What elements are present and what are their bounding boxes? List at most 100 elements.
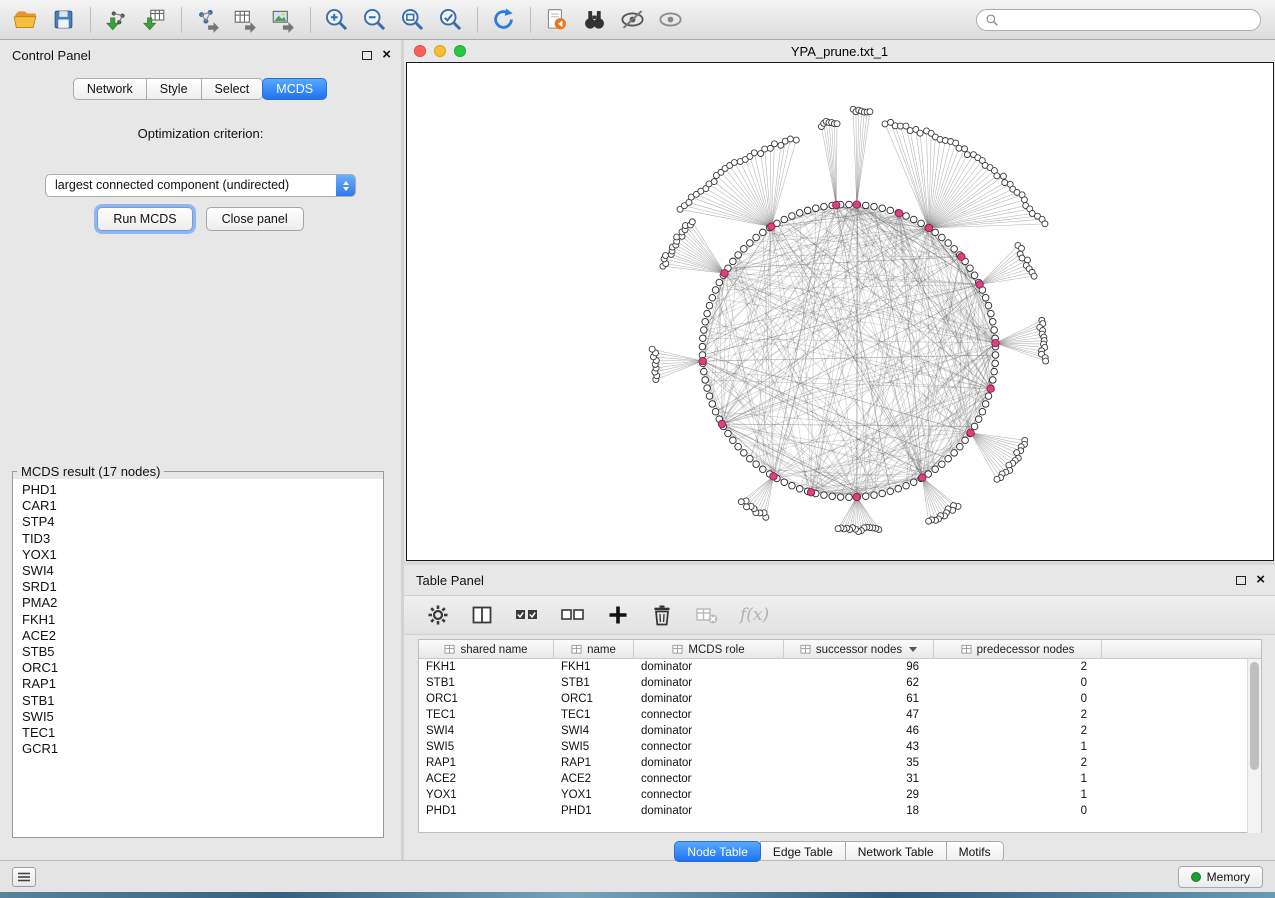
export-network-icon[interactable] [192, 5, 222, 35]
table-row[interactable]: RAP1RAP1dominator352 [419, 755, 1261, 771]
table-cell[interactable]: connector [634, 739, 784, 755]
table-cell[interactable] [1102, 739, 1261, 755]
table-row[interactable]: TEC1TEC1connector472 [419, 707, 1261, 723]
share-document-icon[interactable] [541, 5, 571, 35]
zoom-selected-icon[interactable] [435, 5, 465, 35]
mcds-result-item[interactable]: STB5 [22, 644, 383, 660]
table-cell[interactable]: 31 [784, 771, 934, 787]
column-header-name[interactable]: name [554, 640, 634, 659]
network-view-canvas[interactable] [406, 62, 1274, 561]
zoom-in-icon[interactable] [321, 5, 351, 35]
column-header-shared-name[interactable]: shared name [419, 640, 554, 659]
mcds-result-item[interactable]: TID3 [22, 531, 383, 547]
show-columns-icon[interactable] [470, 603, 494, 627]
table-cell[interactable]: 1 [934, 739, 1102, 755]
tab-network[interactable]: Network [73, 78, 147, 100]
delete-column-trash-icon[interactable] [650, 603, 674, 627]
show-details-eye-icon[interactable] [655, 5, 685, 35]
mcds-result-item[interactable]: GCR1 [22, 741, 383, 757]
network-graph[interactable] [407, 63, 1273, 560]
tab-mcds[interactable]: MCDS [262, 78, 327, 100]
tab-edge-table[interactable]: Edge Table [760, 841, 846, 862]
table-cell[interactable] [1102, 723, 1261, 739]
mcds-result-item[interactable]: SWI5 [22, 709, 383, 725]
refresh-icon[interactable] [488, 5, 518, 35]
search-input[interactable] [999, 11, 1260, 29]
search-field[interactable] [976, 9, 1261, 31]
table-cell[interactable]: 43 [784, 739, 934, 755]
close-panel-icon[interactable]: × [1256, 575, 1265, 585]
table-cell[interactable]: 0 [934, 691, 1102, 707]
zoom-out-icon[interactable] [359, 5, 389, 35]
mcds-result-item[interactable]: SWI4 [22, 563, 383, 579]
column-header-predecessor-nodes[interactable]: predecessor nodes [934, 640, 1102, 659]
table-row[interactable]: FKH1FKH1dominator962 [419, 659, 1261, 675]
table-cell[interactable]: dominator [634, 675, 784, 691]
table-cell[interactable] [1102, 691, 1261, 707]
table-cell[interactable]: YOX1 [554, 787, 634, 803]
zoom-fit-icon[interactable] [397, 5, 427, 35]
import-table-icon[interactable] [139, 5, 169, 35]
mcds-result-item[interactable]: SRD1 [22, 579, 383, 595]
mcds-result-item[interactable]: RAP1 [22, 676, 383, 692]
table-cell[interactable]: TEC1 [554, 707, 634, 723]
open-folder-icon[interactable] [10, 5, 40, 35]
dropdown-stepper-icon[interactable] [336, 175, 355, 196]
add-column-icon[interactable] [606, 603, 630, 627]
table-cell[interactable] [1102, 803, 1261, 819]
table-cell[interactable]: FKH1 [554, 659, 634, 675]
table-row[interactable]: YOX1YOX1connector291 [419, 787, 1261, 803]
close-panel-button[interactable]: Close panel [206, 207, 304, 231]
column-header-successor-nodes[interactable]: successor nodes [784, 640, 934, 659]
table-cell[interactable]: SWI5 [554, 739, 634, 755]
mcds-result-item[interactable]: ORC1 [22, 660, 383, 676]
table-cell[interactable]: 18 [784, 803, 934, 819]
table-cell[interactable]: TEC1 [419, 707, 554, 723]
table-cell[interactable]: dominator [634, 691, 784, 707]
table-cell[interactable]: PHD1 [419, 803, 554, 819]
table-cell[interactable] [1102, 659, 1261, 675]
close-panel-icon[interactable]: × [382, 50, 391, 60]
task-history-icon[interactable] [12, 867, 36, 887]
mcds-result-item[interactable]: CAR1 [22, 498, 383, 514]
table-cell[interactable]: dominator [634, 755, 784, 771]
table-cell[interactable] [1102, 675, 1261, 691]
memory-button[interactable]: Memory [1178, 866, 1263, 888]
mcds-result-item[interactable]: PMA2 [22, 595, 383, 611]
table-cell[interactable]: SWI5 [419, 739, 554, 755]
table-cell[interactable]: dominator [634, 659, 784, 675]
table-cell[interactable]: 2 [934, 707, 1102, 723]
column-header-mcds-role[interactable]: MCDS role [634, 640, 784, 659]
table-cell[interactable]: STB1 [419, 675, 554, 691]
table-row[interactable]: SWI4SWI4dominator462 [419, 723, 1261, 739]
deselect-all-columns-icon[interactable] [560, 603, 586, 627]
table-cell[interactable]: 47 [784, 707, 934, 723]
table-cell[interactable]: FKH1 [419, 659, 554, 675]
tab-motifs[interactable]: Motifs [946, 841, 1004, 862]
tab-select[interactable]: Select [201, 78, 264, 100]
mcds-result-item[interactable]: FKH1 [22, 612, 383, 628]
table-cell[interactable]: STB1 [554, 675, 634, 691]
table-cell[interactable]: 2 [934, 723, 1102, 739]
tab-style[interactable]: Style [146, 78, 202, 100]
mcds-result-item[interactable]: YOX1 [22, 547, 383, 563]
table-cell[interactable]: 62 [784, 675, 934, 691]
mcds-result-item[interactable]: PHD1 [22, 482, 383, 498]
export-image-icon[interactable] [268, 5, 298, 35]
table-cell[interactable]: 35 [784, 755, 934, 771]
table-row[interactable]: ACE2ACE2connector311 [419, 771, 1261, 787]
mcds-result-item[interactable]: STB1 [22, 693, 383, 709]
table-cell[interactable]: 29 [784, 787, 934, 803]
tab-network-table[interactable]: Network Table [845, 841, 947, 862]
table-cell[interactable]: 46 [784, 723, 934, 739]
table-cell[interactable]: 61 [784, 691, 934, 707]
mcds-result-item[interactable]: STP4 [22, 514, 383, 530]
table-cell[interactable]: RAP1 [554, 755, 634, 771]
table-cell[interactable]: ORC1 [419, 691, 554, 707]
table-cell[interactable]: SWI4 [554, 723, 634, 739]
table-row[interactable]: SWI5SWI5connector431 [419, 739, 1261, 755]
table-cell[interactable] [1102, 755, 1261, 771]
scrollbar-thumb[interactable] [1250, 662, 1259, 770]
float-window-icon[interactable] [1236, 576, 1246, 585]
table-cell[interactable]: connector [634, 787, 784, 803]
